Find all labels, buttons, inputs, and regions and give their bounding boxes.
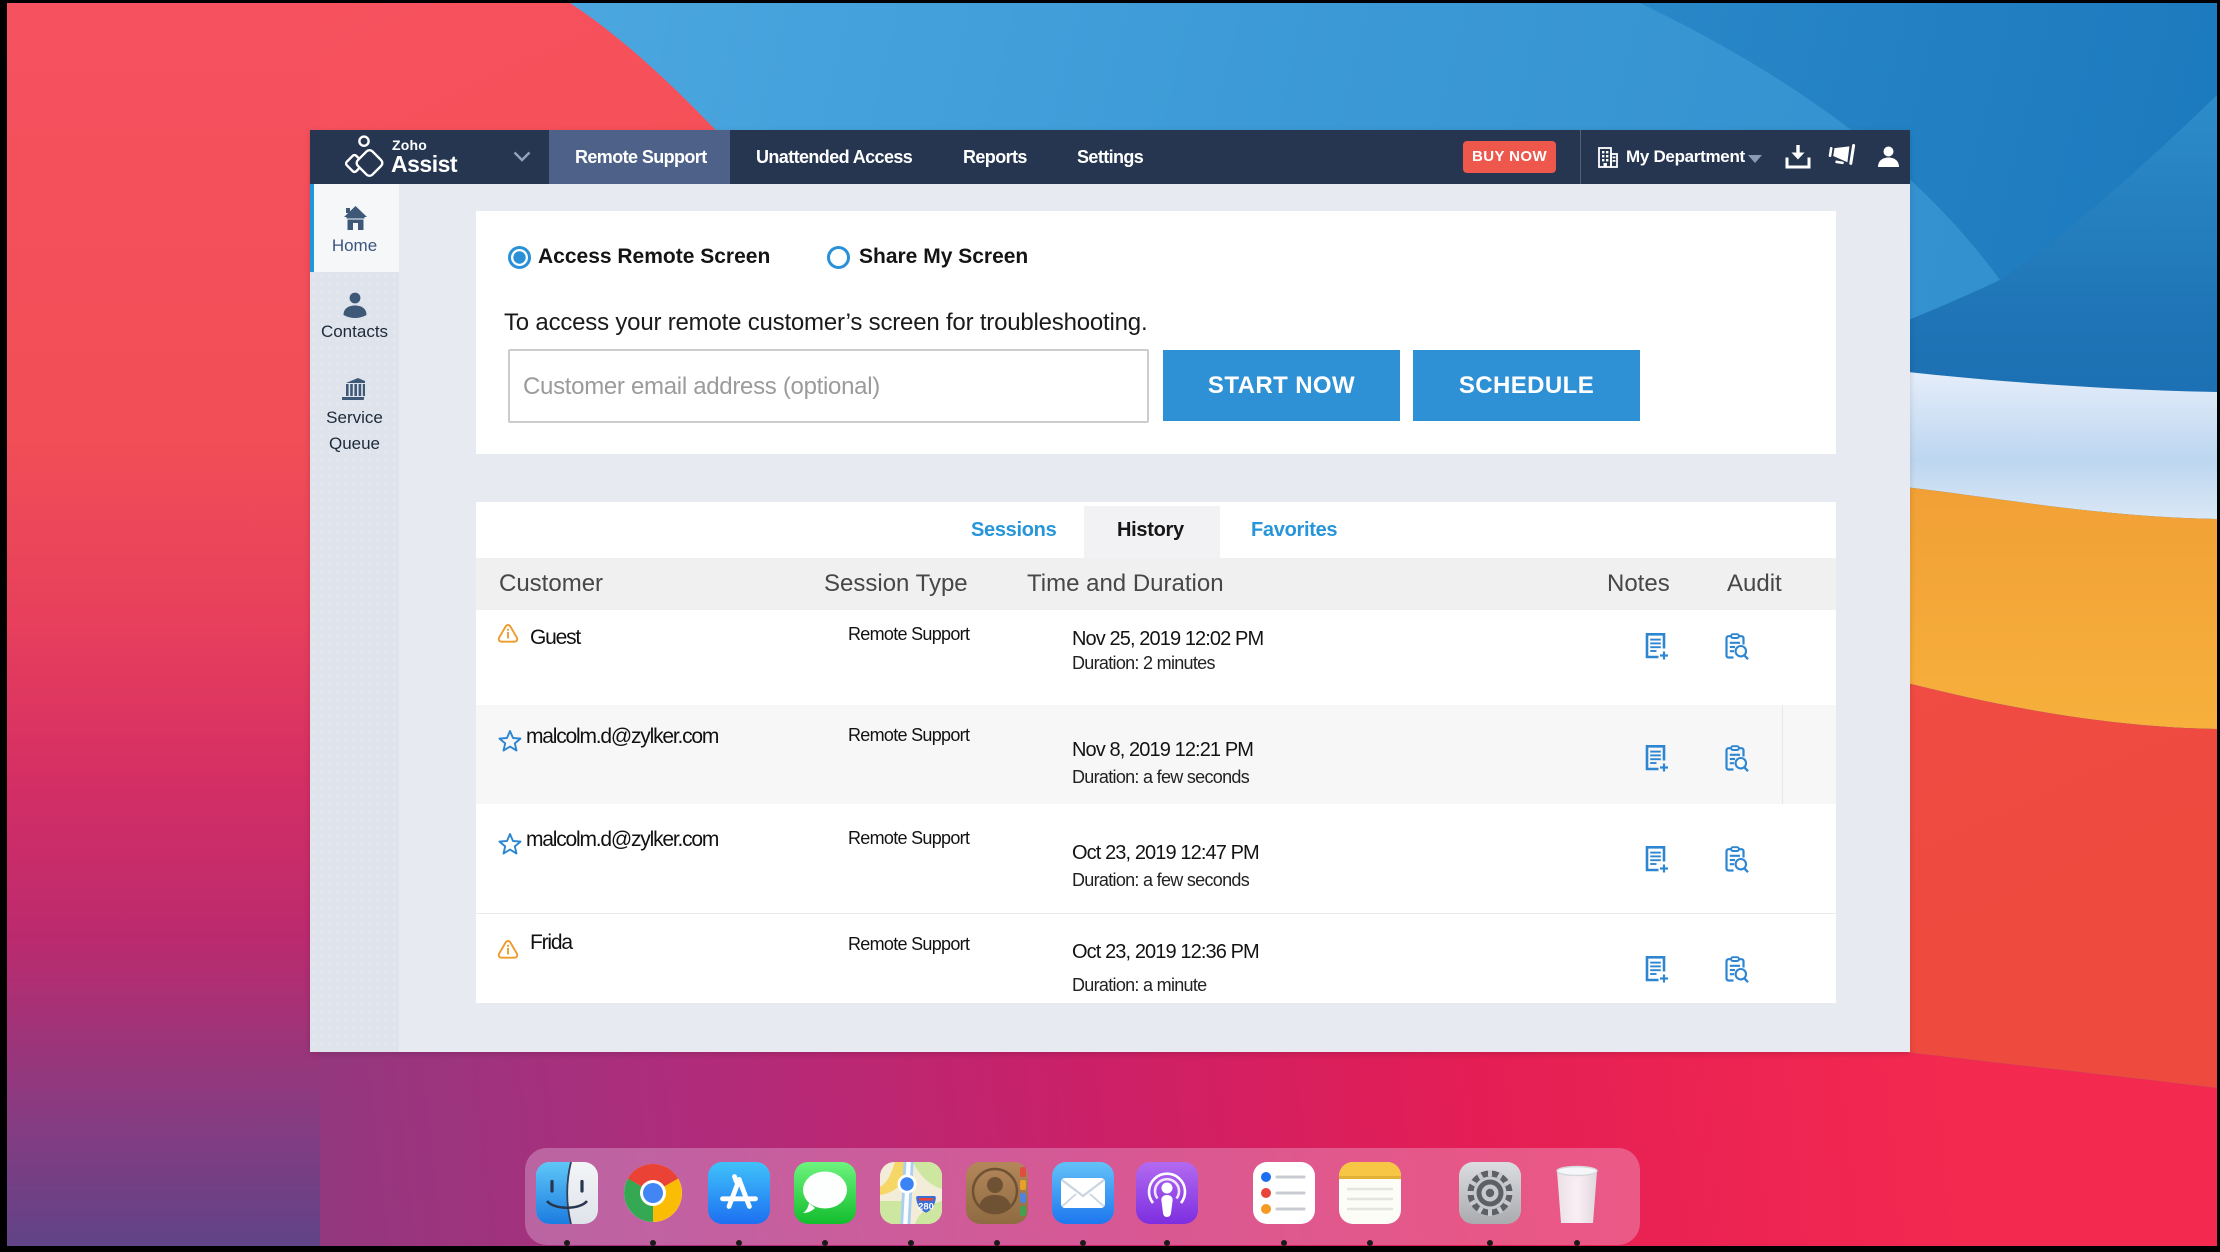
svg-text:280: 280 bbox=[918, 1202, 934, 1213]
